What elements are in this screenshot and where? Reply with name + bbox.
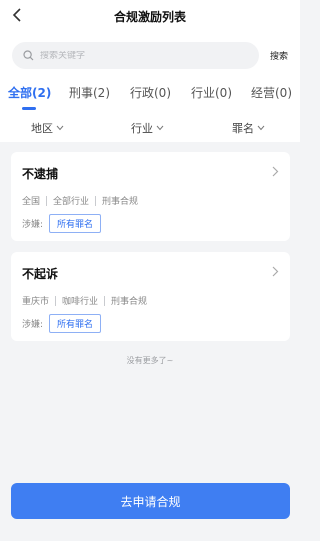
- item-title: 不起诉: [22, 267, 59, 281]
- filter-industry-label: 行业: [131, 122, 153, 135]
- no-more-text: 没有更多了~: [126, 356, 174, 365]
- item-meta: 全国 全部行业 刑事合规: [22, 194, 138, 207]
- nav-bar: 合规激励列表: [0, 0, 300, 32]
- divider: [95, 195, 97, 206]
- search-icon: [22, 50, 34, 62]
- divider: [46, 195, 48, 206]
- item-industry: 全部行业: [53, 197, 90, 207]
- chevron-down-icon: [257, 124, 265, 132]
- item-title: 不逮捕: [22, 167, 59, 181]
- item-region: 全国: [22, 197, 41, 207]
- search-row: 搜索: [0, 42, 300, 72]
- item-category: 刑事合规: [111, 297, 148, 307]
- chevron-down-icon: [56, 124, 64, 132]
- item-involve: 涉嫌: 所有罪名: [22, 214, 102, 233]
- filter-bar: 地区 行业 罪名: [0, 112, 300, 142]
- divider: [104, 295, 106, 306]
- crime-tag: 所有罪名: [49, 314, 102, 333]
- filter-region[interactable]: 地区: [31, 120, 64, 136]
- tab-criminal[interactable]: 刑事(2): [69, 84, 110, 101]
- chevron-down-icon: [156, 124, 164, 132]
- tab-administrative[interactable]: 行政(0): [130, 84, 171, 101]
- involve-label: 涉嫌:: [22, 320, 44, 330]
- item-category: 刑事合规: [102, 197, 139, 207]
- search-button[interactable]: 搜索: [270, 49, 288, 62]
- filter-region-label: 地区: [31, 122, 53, 135]
- item-involve: 涉嫌: 所有罪名: [22, 314, 102, 333]
- tab-all[interactable]: 全部(2): [8, 84, 51, 101]
- list-item[interactable]: 不起诉 重庆市 咖啡行业 刑事合规 涉嫌: 所有罪名: [11, 252, 290, 341]
- chevron-right-icon: [271, 265, 279, 277]
- item-industry: 咖啡行业: [62, 297, 99, 307]
- involve-label: 涉嫌:: [22, 220, 44, 230]
- filter-crime-label: 罪名: [232, 122, 254, 135]
- page-title: 合规激励列表: [113, 10, 186, 24]
- active-tab-indicator: [22, 107, 36, 110]
- list-item[interactable]: 不逮捕 全国 全部行业 刑事合规 涉嫌: 所有罪名: [11, 152, 290, 241]
- chevron-right-icon: [271, 165, 279, 177]
- search-box[interactable]: [12, 42, 259, 69]
- item-meta: 重庆市 咖啡行业 刑事合规: [22, 294, 147, 307]
- category-tabs: 全部(2) 刑事(2) 行政(0) 行业(0) 经营(0): [0, 77, 300, 113]
- filter-industry[interactable]: 行业: [131, 120, 164, 136]
- tab-industry[interactable]: 行业(0): [191, 84, 232, 101]
- search-input[interactable]: [40, 50, 240, 61]
- tab-business[interactable]: 经营(0): [251, 84, 292, 101]
- apply-compliance-button[interactable]: 去申请合规: [11, 483, 290, 519]
- filter-crime[interactable]: 罪名: [232, 120, 265, 136]
- crime-tag: 所有罪名: [49, 214, 102, 233]
- divider: [55, 295, 57, 306]
- item-region: 重庆市: [22, 297, 50, 307]
